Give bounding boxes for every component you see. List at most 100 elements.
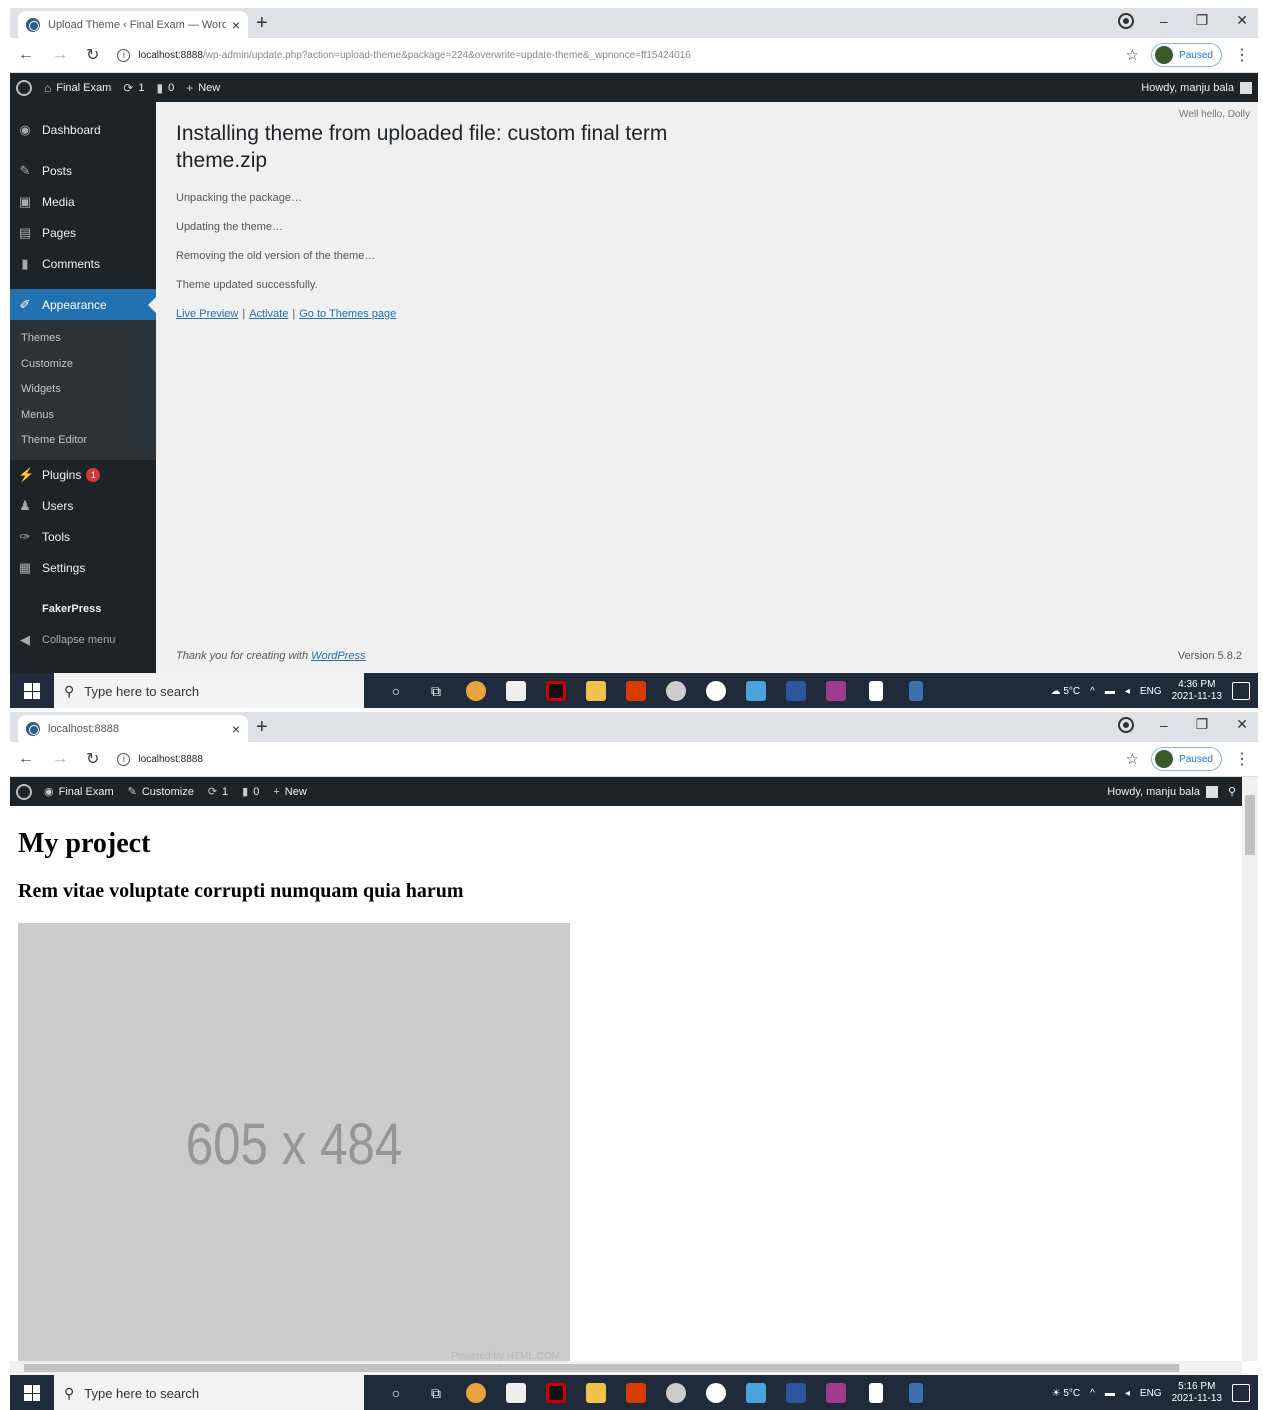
maximize-button[interactable]: ❐ xyxy=(1196,716,1209,733)
task-view-icon[interactable]: ⧉ xyxy=(422,1381,450,1405)
submenu-themes[interactable]: Themes xyxy=(10,326,156,352)
forward-button[interactable]: → xyxy=(52,750,68,768)
app-icon[interactable] xyxy=(662,679,690,703)
sidebar-item-tools[interactable]: ✑ Tools xyxy=(10,522,156,553)
chrome-icon[interactable] xyxy=(462,679,490,703)
admin-bar-new[interactable]: + New xyxy=(186,81,220,95)
admin-bar-new[interactable]: + New xyxy=(273,786,306,798)
browser-tab[interactable]: Upload Theme ‹ Final Exam — WordPress × xyxy=(18,11,248,38)
clock[interactable]: 5:16 PM 2021-11-13 xyxy=(1172,1381,1222,1405)
taskbar-search[interactable]: ⚲ Type here to search xyxy=(54,673,364,708)
close-window-button[interactable]: ✕ xyxy=(1236,12,1248,29)
network-icon[interactable]: ▬ xyxy=(1105,686,1115,697)
volume-icon[interactable]: ◂ xyxy=(1125,1388,1130,1399)
back-button[interactable]: ← xyxy=(18,46,34,64)
notifications-icon[interactable] xyxy=(1232,682,1250,700)
profile-button[interactable]: Paused xyxy=(1151,43,1222,67)
clock[interactable]: 4:36 PM 2021-11-13 xyxy=(1172,679,1222,703)
taskbar-search[interactable]: ⚲ Type here to search xyxy=(54,1375,364,1410)
app-icon[interactable] xyxy=(742,1381,770,1405)
notifications-icon[interactable] xyxy=(1232,1384,1250,1402)
activate-link[interactable]: Activate xyxy=(249,308,288,320)
sidebar-item-appearance[interactable]: ✐ Appearance xyxy=(10,289,156,320)
browser-tab[interactable]: localhost:8888 × xyxy=(18,715,248,742)
sidebar-item-settings[interactable]: ▦ Settings xyxy=(10,553,156,584)
wordpress-logo-icon[interactable] xyxy=(16,79,32,96)
winrar-icon[interactable] xyxy=(822,1381,850,1405)
vertical-scrollbar[interactable] xyxy=(1242,777,1258,1361)
app-icon[interactable] xyxy=(662,1381,690,1405)
record-icon[interactable] xyxy=(1119,14,1132,27)
weather-icon[interactable]: ☀ 5°C xyxy=(1052,1388,1081,1399)
netflix-icon[interactable] xyxy=(542,679,570,703)
admin-bar-comments[interactable]: ▮ 0 xyxy=(242,785,259,799)
sidebar-item-dashboard[interactable]: ◉ Dashboard xyxy=(10,114,156,145)
network-icon[interactable]: ▬ xyxy=(1105,1388,1115,1399)
menu-kebab-icon[interactable]: ⋮ xyxy=(1234,749,1250,769)
menu-kebab-icon[interactable]: ⋮ xyxy=(1234,45,1250,65)
new-tab-button[interactable]: + xyxy=(256,717,268,737)
sidebar-item-pages[interactable]: ▤ Pages xyxy=(10,217,156,248)
admin-bar-updates[interactable]: ⟳ 1 xyxy=(208,785,228,799)
collapse-menu-button[interactable]: ◀ Collapse menu xyxy=(10,625,156,656)
start-button[interactable] xyxy=(10,1375,54,1410)
howdy-user[interactable]: Howdy, manju bala xyxy=(1107,786,1200,798)
scroll-thumb[interactable] xyxy=(24,1364,1179,1372)
user-avatar[interactable] xyxy=(1240,81,1252,94)
maximize-button[interactable]: ❐ xyxy=(1196,12,1209,29)
volume-icon[interactable]: ◂ xyxy=(1125,686,1130,697)
bookmark-star-icon[interactable]: ☆ xyxy=(1126,750,1139,768)
submenu-widgets[interactable]: Widgets xyxy=(10,377,156,403)
info-icon[interactable]: i xyxy=(117,752,131,766)
chevron-up-icon[interactable]: ^ xyxy=(1090,1388,1095,1399)
close-tab-icon[interactable]: × xyxy=(232,17,240,33)
user-avatar[interactable] xyxy=(1205,785,1218,798)
search-icon[interactable]: ⚲ xyxy=(1228,785,1236,798)
file-explorer-icon[interactable] xyxy=(582,679,610,703)
chevron-up-icon[interactable]: ^ xyxy=(1090,686,1095,697)
submenu-customize[interactable]: Customize xyxy=(10,352,156,378)
reload-button[interactable]: ↻ xyxy=(86,749,99,769)
app-icon[interactable] xyxy=(902,1381,930,1405)
scroll-thumb[interactable] xyxy=(1245,795,1255,855)
sidebar-item-comments[interactable]: ▮ Comments xyxy=(10,248,156,279)
store-icon[interactable] xyxy=(502,1381,530,1405)
new-tab-button[interactable]: + xyxy=(256,13,268,33)
live-preview-link[interactable]: Live Preview xyxy=(176,308,238,320)
cortana-icon[interactable]: ○ xyxy=(382,1381,410,1405)
sidebar-item-fakerpress[interactable]: FakerPress xyxy=(10,594,156,625)
sidebar-item-plugins[interactable]: ⚡ Plugins 1 xyxy=(10,460,156,491)
notepad-icon[interactable] xyxy=(862,679,890,703)
wordpress-link[interactable]: WordPress xyxy=(311,650,365,662)
sidebar-item-posts[interactable]: ✎ Posts xyxy=(10,155,156,186)
horizontal-scrollbar[interactable] xyxy=(10,1361,1242,1375)
store-icon[interactable] xyxy=(502,679,530,703)
close-tab-icon[interactable]: × xyxy=(232,721,240,737)
admin-bar-site[interactable]: ⌂ Final Exam xyxy=(44,81,111,95)
app-icon[interactable] xyxy=(902,679,930,703)
close-window-button[interactable]: ✕ xyxy=(1236,716,1248,733)
bookmark-star-icon[interactable]: ☆ xyxy=(1126,46,1139,64)
reload-button[interactable]: ↻ xyxy=(86,45,99,65)
wordpress-logo-icon[interactable] xyxy=(16,783,32,800)
app-icon[interactable] xyxy=(702,679,730,703)
submenu-menus[interactable]: Menus xyxy=(10,403,156,429)
address-bar[interactable]: i localhost:8888 xyxy=(117,746,1113,772)
go-to-themes-link[interactable]: Go to Themes page xyxy=(299,308,396,320)
cortana-icon[interactable]: ○ xyxy=(382,679,410,703)
office-icon[interactable] xyxy=(622,679,650,703)
admin-bar-customize[interactable]: ✎ Customize xyxy=(128,785,194,799)
word-icon[interactable] xyxy=(782,679,810,703)
info-icon[interactable]: i xyxy=(117,48,131,62)
notepad-icon[interactable] xyxy=(862,1381,890,1405)
submenu-theme-editor[interactable]: Theme Editor xyxy=(10,428,156,454)
howdy-user[interactable]: Howdy, manju bala xyxy=(1141,82,1234,94)
word-icon[interactable] xyxy=(782,1381,810,1405)
file-explorer-icon[interactable] xyxy=(582,1381,610,1405)
language-indicator[interactable]: ENG xyxy=(1140,686,1162,697)
netflix-icon[interactable] xyxy=(542,1381,570,1405)
app-icon[interactable] xyxy=(702,1381,730,1405)
app-icon[interactable] xyxy=(742,679,770,703)
winrar-icon[interactable] xyxy=(822,679,850,703)
task-view-icon[interactable]: ⧉ xyxy=(422,679,450,703)
